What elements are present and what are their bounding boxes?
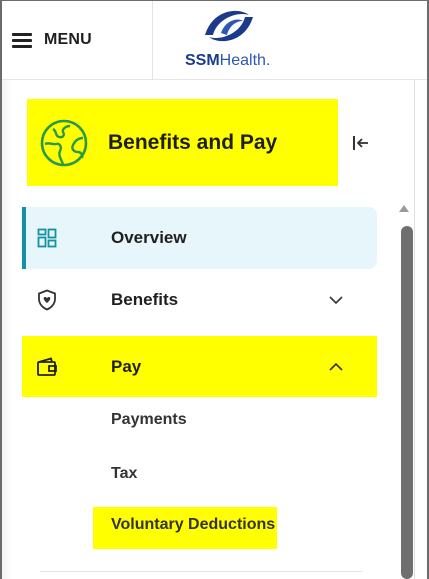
chevron-down-icon[interactable] [328,292,344,308]
panel-edge-shadow [2,80,12,579]
top-header: MENU SSMHealth. [2,1,427,80]
subnav-item-voluntary-deductions[interactable]: Voluntary Deductions [111,516,275,534]
hamburger-icon [12,33,32,48]
collapse-left-icon [353,136,368,150]
wallet-icon [36,356,58,378]
shield-heart-icon [36,289,58,311]
nav-item-overview[interactable]: Overview [22,207,377,269]
menu-button[interactable]: MENU [12,17,152,63]
collapse-sidebar-button[interactable] [350,132,372,154]
logo-wordmark: SSMHealth. [185,52,271,69]
app-header: Benefits and Pay [27,99,338,186]
menu-label: MENU [44,31,92,48]
ssm-health-logo[interactable]: SSMHealth. [177,5,272,75]
header-divider [152,1,153,79]
right-content-rail [414,80,427,579]
globe-icon [40,119,88,166]
nav-item-label: Benefits [111,290,179,309]
app-title: Benefits and Pay [108,130,278,154]
chevron-up-icon[interactable] [328,359,344,375]
nav-item-label: Pay [111,356,142,376]
scroll-up-arrow-icon[interactable] [399,205,409,212]
subnav-item-tax[interactable]: Tax [111,465,137,483]
nav-item-benefits[interactable]: Benefits [22,269,377,331]
nav-item-label: Overview [111,228,187,247]
dashboard-grid-icon [36,227,58,249]
nav-divider [40,571,362,572]
ssm-logo-mark-icon [205,10,253,42]
nav-item-pay[interactable]: Pay [22,336,377,397]
scrollbar-thumb[interactable] [401,226,413,579]
subnav-item-payments[interactable]: Payments [111,411,187,429]
